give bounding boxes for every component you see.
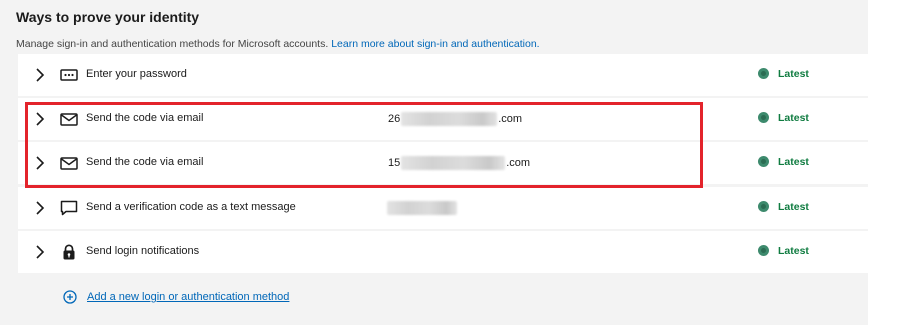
method-row-text-message[interactable]: Send a verification code as a text messa… bbox=[18, 187, 868, 229]
chevron-right-icon[interactable] bbox=[34, 201, 46, 215]
status-dot-icon bbox=[758, 245, 769, 256]
redacted-text bbox=[387, 201, 457, 215]
status-text: Latest bbox=[778, 156, 809, 168]
status-dot-icon bbox=[758, 156, 769, 167]
status-dot-icon bbox=[758, 68, 769, 79]
method-label: Send login notifications bbox=[86, 245, 200, 257]
chat-icon bbox=[60, 200, 78, 216]
password-icon bbox=[60, 69, 78, 81]
method-row-login-notifications[interactable]: Send login notifications Latest bbox=[18, 231, 868, 273]
chevron-right-icon[interactable] bbox=[34, 245, 46, 259]
add-circle-icon[interactable] bbox=[63, 290, 77, 304]
add-method-link[interactable]: Add a new login or authentication method bbox=[87, 291, 289, 303]
highlight-box bbox=[25, 102, 703, 188]
method-value bbox=[386, 201, 458, 215]
method-row-password[interactable]: Enter your password Latest bbox=[18, 54, 868, 96]
status-text: Latest bbox=[778, 245, 809, 257]
status-dot-icon bbox=[758, 201, 769, 212]
method-label: Enter your password bbox=[86, 68, 187, 80]
section-title: Ways to prove your identity bbox=[16, 9, 200, 25]
learn-more-link[interactable]: Learn more about sign-in and authenticat… bbox=[331, 38, 539, 50]
status-badge: Latest bbox=[758, 201, 809, 213]
status-badge: Latest bbox=[758, 112, 809, 124]
status-badge: Latest bbox=[758, 68, 809, 80]
lock-icon bbox=[63, 244, 75, 260]
method-label: Send a verification code as a text messa… bbox=[86, 201, 296, 213]
subtitle-text: Manage sign-in and authentication method… bbox=[16, 38, 329, 50]
chevron-right-icon[interactable] bbox=[34, 68, 46, 82]
status-dot-icon bbox=[758, 112, 769, 123]
status-text: Latest bbox=[778, 112, 809, 124]
status-text: Latest bbox=[778, 68, 809, 80]
status-badge: Latest bbox=[758, 245, 809, 257]
section-subtitle: Manage sign-in and authentication method… bbox=[16, 37, 858, 51]
add-method-row[interactable]: Add a new login or authentication method bbox=[18, 276, 868, 318]
status-text: Latest bbox=[778, 201, 809, 213]
section-header: Ways to prove your identity Manage sign-… bbox=[16, 8, 858, 51]
status-badge: Latest bbox=[758, 156, 809, 168]
